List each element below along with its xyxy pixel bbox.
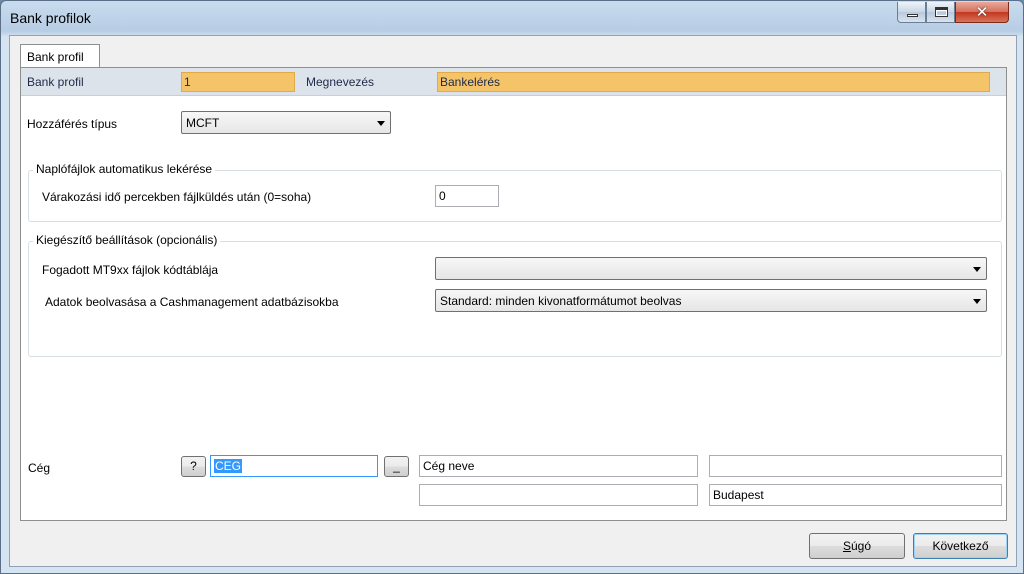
company-name-input[interactable]: Cég neve bbox=[419, 455, 698, 477]
chevron-down-icon bbox=[973, 267, 981, 272]
company-code-value: CEG bbox=[214, 459, 243, 473]
name-field[interactable]: Bankelérés bbox=[437, 72, 990, 92]
company-code-input[interactable]: CEG bbox=[210, 455, 378, 477]
codepage-label: Fogadott MT9xx fájlok kódtáblája bbox=[42, 263, 219, 277]
company-browse-button[interactable]: _ bbox=[384, 456, 409, 477]
close-icon: ✕ bbox=[975, 4, 989, 21]
minimize-button[interactable] bbox=[897, 2, 926, 23]
dialog-window: Bank profilok ✕ Bank profil Bank profil … bbox=[0, 0, 1024, 574]
access-type-label: Hozzáférés típus bbox=[27, 117, 118, 131]
help-button-mnemonic: S bbox=[842, 539, 851, 553]
tab-page: Bank profil 1 Megnevezés Bankelérés Hozz… bbox=[20, 67, 1007, 521]
client-area: Bank profil Bank profil 1 Megnevezés Ban… bbox=[9, 35, 1017, 567]
company-field-3[interactable] bbox=[709, 455, 1002, 477]
company-help-button[interactable]: ? bbox=[181, 456, 206, 477]
chevron-down-icon bbox=[377, 121, 385, 126]
close-button[interactable]: ✕ bbox=[955, 2, 1009, 23]
help-button[interactable]: Súgó bbox=[809, 533, 905, 559]
access-type-select[interactable]: MCFT bbox=[181, 111, 391, 134]
profile-label: Bank profil bbox=[27, 75, 84, 89]
extra-settings-title: Kiegészítő beállítások (opcionális) bbox=[33, 233, 221, 247]
next-button[interactable]: Következő bbox=[913, 533, 1008, 559]
wait-time-input[interactable]: 0 bbox=[435, 185, 499, 207]
company-label: Cég bbox=[28, 461, 51, 475]
tab-bank-profil[interactable]: Bank profil bbox=[20, 44, 100, 68]
title-bar[interactable]: Bank profilok ✕ bbox=[1, 1, 1023, 35]
import-label: Adatok beolvasása a Cashmanagement adatb… bbox=[45, 295, 339, 309]
profile-id-field[interactable]: 1 bbox=[181, 72, 295, 92]
help-button-label: úgó bbox=[850, 539, 872, 553]
window-title: Bank profilok bbox=[10, 10, 91, 26]
company-field-4[interactable] bbox=[419, 484, 698, 506]
profile-header: Bank profil 1 Megnevezés Bankelérés bbox=[21, 68, 1006, 96]
name-label: Megnevezés bbox=[306, 75, 375, 89]
import-value: Standard: minden kivonatformátumot beolv… bbox=[440, 294, 682, 308]
company-city-input[interactable]: Budapest bbox=[709, 484, 1002, 506]
minimize-icon bbox=[907, 14, 918, 17]
codepage-select[interactable] bbox=[435, 257, 987, 280]
import-select[interactable]: Standard: minden kivonatformátumot beolv… bbox=[435, 289, 987, 312]
wait-time-label: Várakozási idő percekben fájlküldés után… bbox=[42, 190, 312, 204]
chevron-down-icon bbox=[973, 299, 981, 304]
maximize-button[interactable] bbox=[926, 2, 955, 23]
access-type-value: MCFT bbox=[186, 116, 220, 130]
log-retrieval-title: Naplófájlok automatikus lekérése bbox=[33, 162, 216, 176]
maximize-icon bbox=[935, 7, 948, 17]
